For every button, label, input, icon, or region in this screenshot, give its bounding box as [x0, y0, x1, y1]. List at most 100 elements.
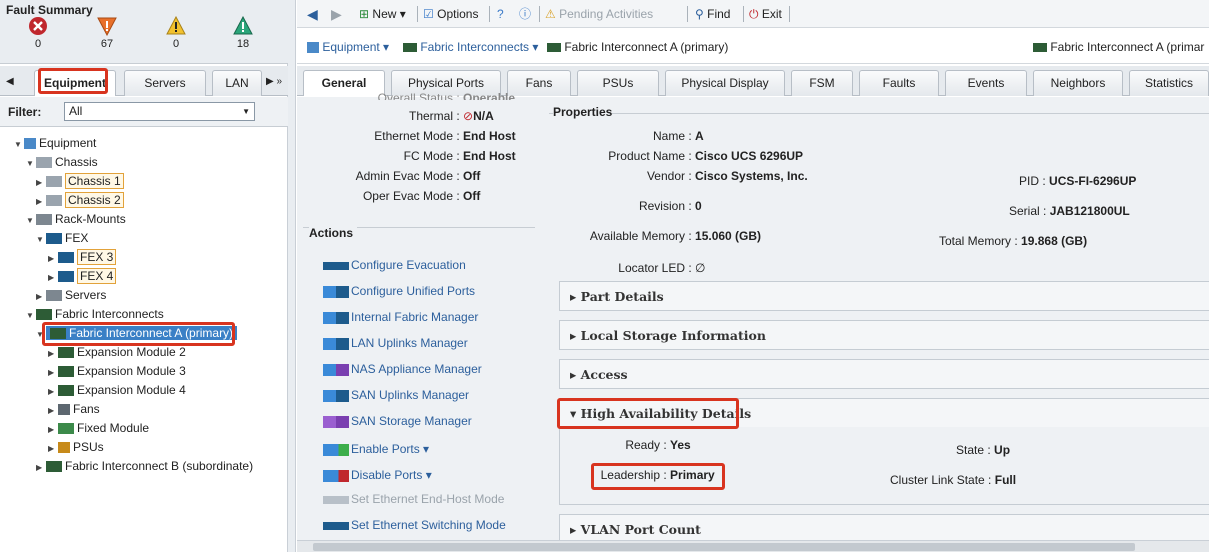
section-access[interactable]: ▸ Access: [559, 359, 1209, 389]
tree-equipment[interactable]: ▼ Equipment: [14, 134, 96, 152]
action-set-switching-mode[interactable]: Set Ethernet Switching Mode: [323, 516, 506, 534]
tab-faults[interactable]: Faults: [859, 70, 939, 96]
section-local-storage[interactable]: ▸ Local Storage Information: [559, 320, 1209, 350]
fabric-interconnect-icon: [403, 43, 417, 53]
breadcrumb-equipment[interactable]: Equipment ▾: [307, 40, 389, 54]
panel-splitter[interactable]: [288, 0, 296, 552]
tab-psus[interactable]: PSUs: [577, 70, 659, 96]
manager-icon: [323, 415, 349, 428]
tree-chassis-1[interactable]: ▶ Chassis 1: [36, 172, 124, 190]
tree-fixed-module[interactable]: ▶ Fixed Module: [48, 419, 149, 437]
vendor-row: Vendor : Cisco Systems, Inc.: [646, 169, 808, 183]
forward-icon[interactable]: ▶: [331, 6, 342, 22]
breadcrumb-current: Fabric Interconnect A (primary): [547, 40, 728, 54]
scrollbar-thumb[interactable]: [313, 543, 1135, 551]
filter-select[interactable]: All ▼: [64, 102, 255, 121]
tree-chassis-2[interactable]: ▶ Chassis 2: [36, 191, 124, 209]
minor-count: 0: [172, 38, 180, 50]
ready-row: Ready : Yes: [625, 438, 691, 452]
tree-fans[interactable]: ▶ Fans: [48, 400, 100, 418]
tab-fsm[interactable]: FSM: [791, 70, 853, 96]
exit-button[interactable]: ⏻ Exit: [749, 6, 782, 22]
fabric-interconnect-icon: [36, 309, 52, 321]
module-icon: [58, 347, 74, 359]
action-set-end-host-mode[interactable]: Set Ethernet End-Host Mode: [323, 490, 504, 508]
tab-statistics[interactable]: Statistics: [1129, 70, 1209, 96]
tree-fabric-interconnect-b[interactable]: ▶ Fabric Interconnect B (subordinate): [36, 457, 253, 475]
psu-icon: [58, 442, 70, 454]
filter-value: All: [69, 104, 83, 118]
action-nas-appliance-manager[interactable]: NAS Appliance Manager: [323, 360, 482, 378]
action-enable-ports[interactable]: Enable Ports ▾: [323, 440, 429, 458]
status-box: Overall Status : Operable Thermal : ⊘N/A…: [303, 91, 535, 217]
filter-label: Filter:: [8, 105, 42, 119]
panel-title: Fabric Interconnect A (primar: [1033, 40, 1204, 54]
major-count: 67: [100, 38, 114, 50]
fan-icon: [58, 404, 70, 416]
action-internal-fabric-manager[interactable]: Internal Fabric Manager: [323, 308, 478, 326]
tab-events[interactable]: Events: [945, 70, 1027, 96]
major-fault[interactable]: 67: [87, 16, 127, 50]
info-icon[interactable]: ⓘ: [519, 6, 531, 22]
tab-neighbors[interactable]: Neighbors: [1033, 70, 1123, 96]
tree-expansion-module-3[interactable]: ▶ Expansion Module 3: [48, 362, 186, 380]
tab-lan[interactable]: LAN: [212, 70, 262, 96]
new-button[interactable]: ⊞ New ▾: [359, 6, 406, 22]
warning-fault[interactable]: 18: [223, 16, 263, 50]
critical-icon: [29, 17, 47, 35]
fex-icon: [58, 252, 74, 264]
module-icon: [58, 423, 74, 435]
horizontal-scrollbar[interactable]: [297, 540, 1209, 552]
disable-ports-icon: [323, 469, 349, 482]
section-part-details[interactable]: ▸ Part Details: [559, 281, 1209, 311]
fabric-interconnect-icon: [46, 461, 62, 473]
checklist-icon: ☑: [423, 7, 434, 21]
minor-fault[interactable]: 0: [156, 16, 196, 50]
action-lan-uplinks-manager[interactable]: LAN Uplinks Manager: [323, 334, 468, 352]
tab-scroll-left-icon[interactable]: ◀: [6, 76, 14, 87]
breadcrumb-fabric-interconnects[interactable]: Fabric Interconnects ▾: [403, 40, 538, 54]
back-icon[interactable]: ◀: [307, 6, 318, 22]
binoculars-icon: ⚲: [695, 7, 704, 21]
tab-fans[interactable]: Fans: [507, 70, 571, 96]
thermal-row: Thermal : ⊘N/A: [408, 109, 494, 123]
tree-rack-mounts[interactable]: ▼ Rack-Mounts: [26, 210, 126, 228]
action-configure-unified-ports[interactable]: Configure Unified Ports: [323, 282, 475, 300]
highlight-fabric-interconnect-a: [42, 322, 235, 346]
action-configure-evacuation[interactable]: Configure Evacuation: [323, 256, 466, 274]
critical-fault[interactable]: 0: [18, 16, 58, 50]
module-icon: [323, 261, 349, 270]
options-button[interactable]: ☑ Options: [423, 6, 478, 22]
action-san-storage-manager[interactable]: SAN Storage Manager: [323, 412, 472, 430]
properties-title: Properties: [553, 105, 613, 119]
action-san-uplinks-manager[interactable]: SAN Uplinks Manager: [323, 386, 469, 404]
help-icon[interactable]: ?: [497, 6, 504, 22]
navigation-panel: Fault Summary 0 67 0 18 ◀ Equipment Serv…: [0, 0, 288, 552]
fault-summary: Fault Summary 0 67 0 18: [0, 0, 288, 64]
tree-chassis[interactable]: ▼ Chassis: [26, 153, 98, 171]
highlight-leadership: [591, 463, 725, 490]
locator-led-icon[interactable]: ∅: [695, 261, 705, 275]
tree-fex[interactable]: ▼ FEX: [36, 229, 88, 247]
filter-bar: Filter: All ▼: [0, 97, 288, 127]
tree-expansion-module-4[interactable]: ▶ Expansion Module 4: [48, 381, 186, 399]
tree-psus[interactable]: ▶ PSUs: [48, 438, 104, 456]
equipment-icon: [24, 138, 36, 150]
tab-servers[interactable]: Servers: [124, 70, 206, 96]
tree-fex-3[interactable]: ▶ FEX 3: [48, 248, 117, 266]
action-disable-ports[interactable]: Disable Ports ▾: [323, 466, 432, 484]
chassis-icon: [46, 195, 62, 207]
breadcrumb: Equipment ▾ Fabric Interconnects ▾ Fabri…: [297, 30, 1209, 64]
fc-mode-row: FC Mode : End Host: [403, 149, 516, 163]
manager-icon: [323, 285, 349, 298]
tree-servers[interactable]: ▶ Servers: [36, 286, 106, 304]
tree-fabric-interconnects[interactable]: ▼ Fabric Interconnects: [26, 305, 164, 323]
tab-physical-display[interactable]: Physical Display: [665, 70, 785, 96]
product-name-row: Product Name : Cisco UCS 6296UP: [608, 149, 804, 163]
tab-scroll-right-icon[interactable]: ▶ »: [266, 76, 282, 87]
find-button[interactable]: ⚲ Find: [695, 6, 730, 22]
pending-activities-button[interactable]: ⚠ Pending Activities: [545, 6, 653, 22]
critical-count: 0: [34, 38, 42, 50]
fault-summary-title: Fault Summary: [6, 3, 93, 17]
tree-fex-4[interactable]: ▶ FEX 4: [48, 267, 117, 285]
